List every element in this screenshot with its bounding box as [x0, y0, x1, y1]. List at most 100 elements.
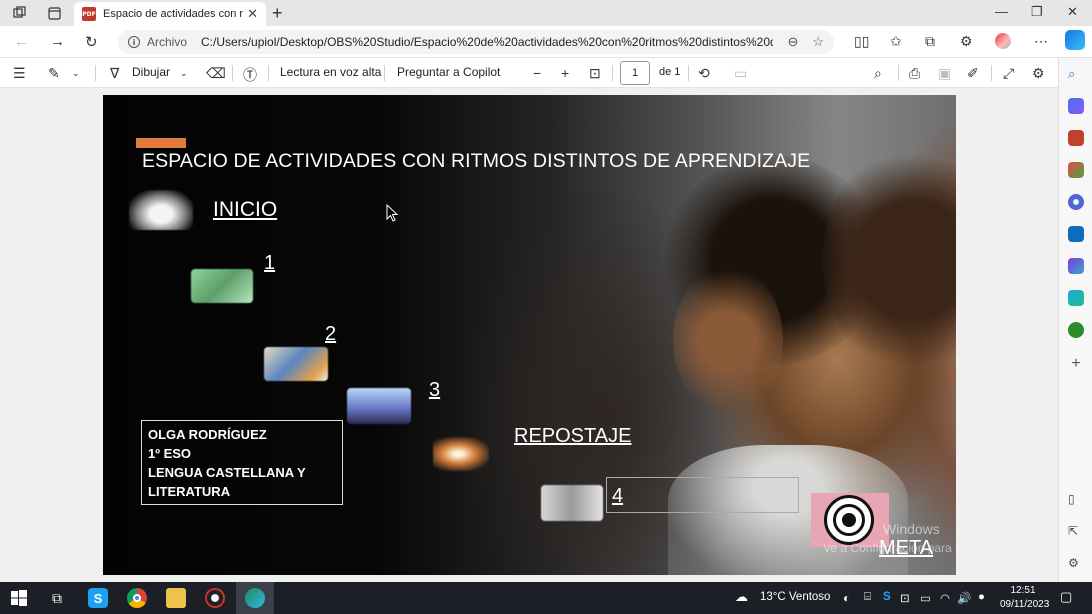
tray-skype-icon[interactable]: S	[883, 591, 891, 603]
print-icon[interactable]: ⎙	[909, 65, 920, 82]
activation-watermark-text: Ve a Configuración para activar Windows.	[823, 541, 956, 555]
skype-icon[interactable]: S	[88, 588, 108, 608]
zoom-in-icon[interactable]: +	[561, 65, 569, 81]
ask-copilot-button[interactable]: Preguntar a Copilot	[397, 65, 500, 79]
address-path[interactable]: C:/Users/upiol/Desktop/OBS%20Studio/Espa…	[201, 35, 773, 49]
profile-avatar-icon[interactable]	[995, 33, 1011, 49]
fit-page-icon[interactable]: ⊡	[589, 65, 601, 82]
info-line: LENGUA CASTELLANA Y	[148, 465, 306, 480]
clock[interactable]: 12:51 09/11/2023	[1000, 584, 1049, 612]
eraser-icon[interactable]: ⌫	[206, 65, 226, 82]
battery-icon[interactable]: ▭	[920, 591, 931, 605]
sidebar-layout-icon[interactable]: ▯	[1068, 492, 1084, 508]
more-menu-icon[interactable]: ⋯	[1034, 33, 1048, 50]
draw-dropdown-icon[interactable]: ⌄	[180, 68, 188, 79]
browser-tab[interactable]: PDF Espacio de actividades con ritmo ✕	[74, 2, 266, 26]
edge-icon[interactable]	[245, 588, 265, 608]
find-icon[interactable]: ⌕	[874, 65, 882, 82]
text-box-icon[interactable]: Ⓣ	[243, 65, 257, 85]
m365-icon[interactable]	[1068, 194, 1084, 210]
new-tab-button[interactable]: +	[272, 3, 283, 24]
task-view-icon[interactable]: ⧉	[47, 588, 67, 608]
activity-1-thumbnail[interactable]	[191, 269, 253, 303]
minimize-button[interactable]: —	[995, 4, 1008, 19]
windows-taskbar: ⧉ S ☁ 13°C Ventoso ◐ ⌸ S ⊡ ▭ ◠ 🔊 ● 12:51…	[0, 582, 1092, 614]
favorite-star-icon[interactable]: ☆	[812, 34, 824, 50]
browser-titlebar: PDF Espacio de actividades con ritmo ✕ +…	[0, 0, 1092, 26]
link-2[interactable]: 2	[325, 323, 336, 346]
weather-text[interactable]: 13°C Ventoso	[760, 591, 830, 603]
discover-icon[interactable]	[1068, 98, 1084, 114]
rotate-icon[interactable]: ⟲	[698, 65, 710, 82]
tree-icon[interactable]	[1068, 322, 1084, 338]
inicio-thumbnail[interactable]	[129, 190, 193, 230]
activity-4-thumbnail[interactable]	[541, 485, 603, 521]
draw-button[interactable]: Dibujar	[132, 65, 170, 79]
highlight-icon[interactable]: ✎	[48, 65, 60, 82]
open-external-icon[interactable]: ⇱	[1068, 524, 1084, 540]
page-view-icon[interactable]: ▭	[734, 65, 747, 82]
highlight-dropdown-icon[interactable]: ⌄	[72, 68, 80, 79]
wifi-icon[interactable]: ◠	[940, 591, 950, 605]
info-icon[interactable]: i	[128, 36, 140, 48]
games-icon[interactable]	[1068, 162, 1084, 178]
target-icon	[811, 493, 889, 547]
repostaje-thumbnail[interactable]	[433, 437, 489, 471]
notifications-icon[interactable]: ▢	[1060, 589, 1072, 605]
weather-icon[interactable]: ☁	[735, 589, 748, 605]
microphone-icon[interactable]: ●	[978, 591, 985, 603]
draw-icon[interactable]: ∇	[110, 65, 119, 82]
windows-start-icon[interactable]	[9, 588, 29, 608]
page-number-input[interactable]: 1	[620, 61, 650, 85]
designer-icon[interactable]	[1068, 258, 1084, 274]
edge-sidebar: ⌕ + ▯ ⇱ ⚙	[1058, 58, 1092, 582]
inicio-link[interactable]: INICIO	[213, 198, 277, 222]
workspaces-icon[interactable]	[11, 4, 29, 22]
collections-icon[interactable]: ⧉	[925, 33, 935, 50]
tray-app-icon[interactable]: ◐	[843, 591, 850, 605]
favorites-icon[interactable]: ✩	[890, 33, 902, 50]
page-total: de 1	[659, 66, 681, 78]
close-tab-icon[interactable]: ✕	[247, 6, 258, 22]
file-explorer-icon[interactable]	[166, 588, 186, 608]
divider	[268, 65, 269, 81]
fullscreen-icon[interactable]: ⤢	[1003, 65, 1014, 82]
sidebar-settings-icon[interactable]: ⚙	[1068, 556, 1084, 572]
link-1[interactable]: 1	[264, 252, 275, 275]
search-icon[interactable]: ⌕	[1068, 66, 1084, 82]
tab-title: Espacio de actividades con ritmo	[103, 8, 244, 20]
activity-2-thumbnail[interactable]	[264, 347, 328, 381]
extensions-icon[interactable]: ⚙	[960, 33, 973, 50]
obs-studio-icon[interactable]	[205, 588, 225, 608]
zoom-out-icon[interactable]: −	[533, 65, 541, 81]
restore-button[interactable]: ❐	[1031, 4, 1043, 20]
tray-app-icon[interactable]: ⊡	[900, 591, 910, 605]
contents-icon[interactable]: ☰	[13, 65, 26, 82]
settings-gear-icon[interactable]: ⚙	[1032, 65, 1045, 82]
tools-icon[interactable]	[1068, 130, 1084, 146]
address-bar[interactable]: i Archivo C:/Users/upiol/Desktop/OBS%20S…	[118, 30, 834, 54]
activity-3-thumbnail[interactable]	[347, 388, 411, 424]
chrome-icon[interactable]	[127, 588, 147, 608]
repostaje-link[interactable]: REPOSTAJE	[514, 425, 631, 448]
save-as-icon[interactable]: ✐	[967, 65, 979, 82]
tab-actions-icon[interactable]	[45, 4, 63, 22]
link-4[interactable]: 4	[612, 485, 623, 508]
read-aloud-button[interactable]: Lectura en voz alta	[280, 65, 381, 79]
refresh-button[interactable]: ↻	[85, 33, 98, 51]
info-line: LITERATURA	[148, 484, 231, 499]
add-sidebar-app-icon[interactable]: +	[1068, 356, 1084, 372]
zoom-icon[interactable]: ⊖	[787, 34, 798, 50]
forward-button[interactable]: →	[50, 33, 65, 50]
clock-time: 12:51	[1010, 585, 1036, 596]
back-button[interactable]: ←	[14, 33, 29, 50]
drop-icon[interactable]	[1068, 290, 1084, 306]
split-screen-icon[interactable]: ▯▯	[854, 33, 869, 50]
save-icon[interactable]: ▣	[938, 65, 951, 82]
link-3[interactable]: 3	[429, 379, 440, 402]
copilot-icon[interactable]	[1065, 30, 1085, 50]
volume-icon[interactable]: 🔊	[957, 591, 971, 605]
outlook-icon[interactable]	[1068, 226, 1084, 242]
close-window-button[interactable]: ✕	[1067, 4, 1078, 20]
tray-app-icon[interactable]: ⌸	[864, 591, 871, 604]
